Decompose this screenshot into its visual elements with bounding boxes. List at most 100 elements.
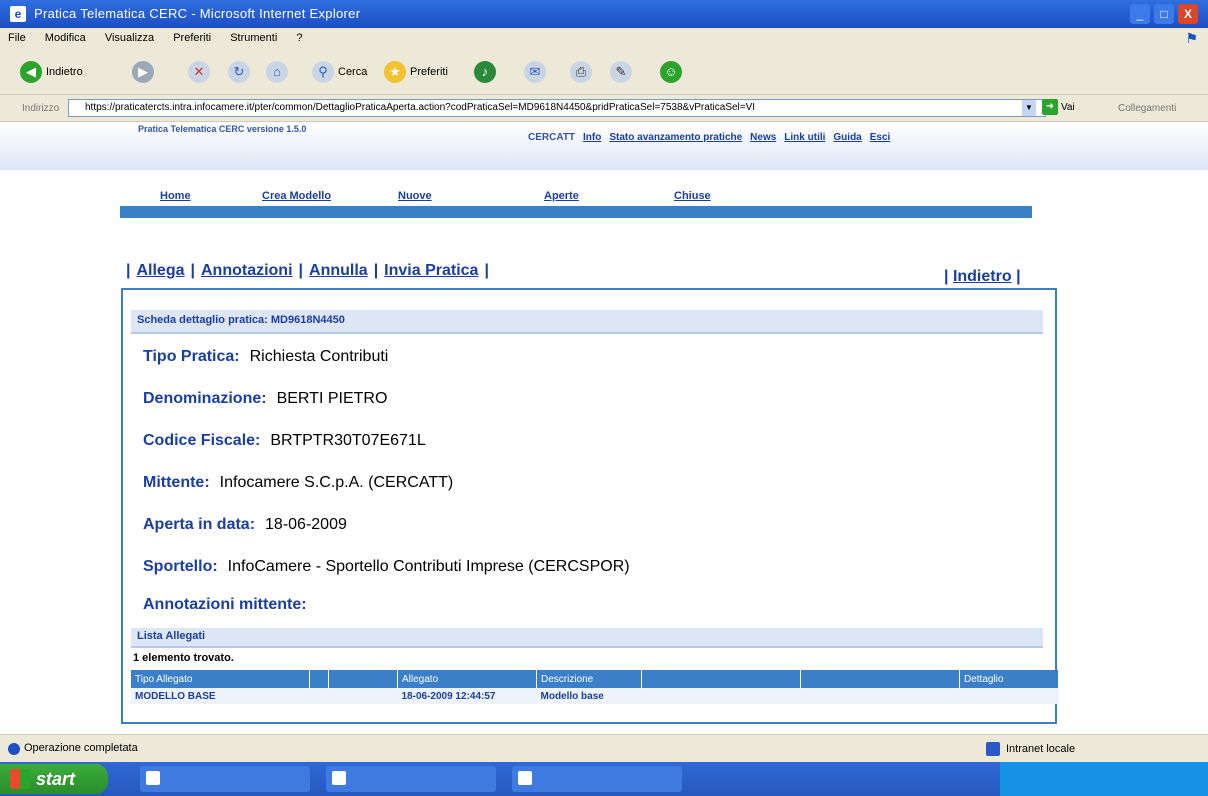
taskbar-item[interactable] [140, 766, 310, 792]
search-button[interactable]: ⚲ Cerca [312, 60, 367, 84]
column-header[interactable]: Dettaglio [959, 670, 1059, 688]
action-links: | Allega | Annotazioni | Annulla | Invia… [126, 262, 489, 280]
messenger-button[interactable]: ☺ [660, 60, 682, 84]
search-icon: ⚲ [312, 61, 334, 83]
field-denominazione: Denominazione: BERTI PIETRO [143, 390, 387, 408]
go-label: Vai [1061, 101, 1075, 113]
media-button[interactable]: ♪ [474, 60, 496, 84]
taskbar: start [0, 762, 1208, 796]
status-bar: Operazione completata Intranet locale [0, 734, 1208, 763]
ie-task-icon [146, 771, 160, 785]
start-button[interactable]: start [0, 764, 108, 794]
zone-label: Intranet locale [1006, 743, 1076, 755]
table-cell [800, 688, 960, 704]
menu-file[interactable]: File [0, 28, 34, 44]
address-dropdown-icon[interactable]: ▼ [1022, 100, 1036, 116]
nav-chiuse[interactable]: Chiuse [674, 190, 711, 202]
column-header [800, 670, 960, 688]
column-header[interactable]: Descrizione [536, 670, 642, 688]
menu-help[interactable]: ? [288, 28, 310, 44]
invia-pratica-link[interactable]: Invia Pratica [384, 262, 478, 280]
table-row[interactable]: MODELLO BASE 18-06-2009 12:44:57 Modello… [131, 688, 1059, 704]
header-link-guida[interactable]: Guida [833, 132, 861, 143]
home-button[interactable]: ⌂ [266, 60, 288, 84]
back-arrow-icon: ◀ [20, 61, 42, 83]
menu-modifica[interactable]: Modifica [37, 28, 94, 44]
app-version: Pratica Telematica CERC versione 1.5.0 [138, 124, 307, 134]
field-codice-fiscale: Codice Fiscale: BRTPTR30T07E671L [143, 432, 426, 450]
field-label: Denominazione: [143, 390, 267, 407]
header-links: CERCATT Info Stato avanzamento pratiche … [528, 132, 890, 143]
minimize-button[interactable]: _ [1130, 4, 1150, 24]
column-header [309, 670, 329, 688]
status-icon [8, 743, 20, 755]
print-button[interactable]: ⎙ [570, 60, 592, 84]
menu-strumenti[interactable]: Strumenti [222, 28, 285, 44]
edit-button[interactable]: ✎ [610, 60, 632, 84]
favorites-button[interactable]: ★ Preferiti [384, 60, 448, 84]
field-sportello: Sportello: InfoCamere - Sportello Contrib… [143, 558, 630, 576]
header-link-utili[interactable]: Link utili [784, 132, 825, 143]
attachments-header: Lista Allegati [131, 628, 1043, 648]
refresh-button[interactable]: ↻ [228, 60, 250, 84]
stop-button[interactable]: ✕ [188, 60, 210, 84]
nav-nuove[interactable]: Nuove [398, 190, 432, 202]
annotazioni-link[interactable]: Annotazioni [201, 262, 293, 280]
back-button[interactable]: ◀ Indietro [20, 60, 83, 84]
back-label: Indietro [46, 66, 83, 78]
header-link-stato[interactable]: Stato avanzamento pratiche [609, 132, 742, 143]
table-cell[interactable] [959, 688, 1059, 704]
field-value: Infocamere S.C.p.A. (CERCATT) [219, 474, 454, 491]
mail-icon: ✉ [524, 61, 546, 83]
status-text: Operazione completata [24, 742, 138, 754]
close-button[interactable]: X [1178, 4, 1198, 24]
home-icon: ⌂ [266, 61, 288, 83]
nav-home[interactable]: Home [160, 190, 191, 202]
go-button[interactable]: ➜ Vai [1042, 99, 1075, 115]
attachments-title: Lista Allegati [137, 630, 206, 642]
annulla-link[interactable]: Annulla [309, 262, 368, 280]
field-annotazioni-mittente: Annotazioni mittente: [143, 596, 317, 614]
links-label[interactable]: Collegamenti [1118, 103, 1176, 114]
taskbar-item[interactable] [512, 766, 682, 792]
field-value: BRTPTR30T07E671L [270, 432, 426, 449]
detail-header: Scheda dettaglio pratica: MD9618N4450 [131, 310, 1043, 334]
table-cell [309, 688, 329, 704]
address-label: Indirizzo [22, 103, 60, 114]
indietro-link[interactable]: Indietro [953, 268, 1012, 285]
field-label: Mittente: [143, 474, 210, 491]
field-label: Sportello: [143, 558, 218, 575]
window-titlebar: e Pratica Telematica CERC - Microsoft In… [0, 0, 1208, 28]
taskbar-item[interactable] [326, 766, 496, 792]
column-header[interactable]: Allegato [397, 670, 537, 688]
menu-preferiti[interactable]: Preferiti [165, 28, 219, 44]
edit-icon: ✎ [610, 61, 632, 83]
table-cell[interactable]: MODELLO BASE [131, 688, 310, 704]
field-label: Aperta in data: [143, 516, 256, 533]
header-link-esci[interactable]: Esci [870, 132, 891, 143]
address-input[interactable]: https://praticatercts.intra.infocamere.i… [68, 99, 1046, 117]
security-zone: Intranet locale [986, 742, 1075, 756]
main-nav: Home Crea Modello Nuove Aperte Chiuse [120, 186, 1032, 222]
forward-button[interactable]: ▶ [132, 60, 154, 84]
table-cell [328, 688, 398, 704]
menu-visualizza[interactable]: Visualizza [97, 28, 162, 44]
windows-logo-icon: ⚑ [1185, 30, 1198, 46]
nav-aperte[interactable]: Aperte [544, 190, 579, 202]
star-icon: ★ [384, 61, 406, 83]
table-header-row: Tipo Allegato Allegato Descrizione Detta… [131, 670, 1059, 688]
detail-panel: Scheda dettaglio pratica: MD9618N4450 Ti… [121, 288, 1059, 724]
maximize-button[interactable]: □ [1154, 4, 1174, 24]
column-header[interactable]: Tipo Allegato [131, 670, 310, 688]
ie-task-icon [332, 771, 346, 785]
attachments-table: Tipo Allegato Allegato Descrizione Detta… [131, 670, 1059, 704]
mail-button[interactable]: ✉ [524, 60, 546, 84]
header-link-news[interactable]: News [750, 132, 776, 143]
nav-crea-modello[interactable]: Crea Modello [262, 190, 331, 202]
page-content: Pratica Telematica CERC versione 1.5.0 C… [0, 122, 1208, 734]
table-cell [641, 688, 801, 704]
column-header [328, 670, 398, 688]
allega-link[interactable]: Allega [136, 262, 184, 280]
header-link-info[interactable]: Info [583, 132, 601, 143]
search-label: Cerca [338, 66, 368, 78]
